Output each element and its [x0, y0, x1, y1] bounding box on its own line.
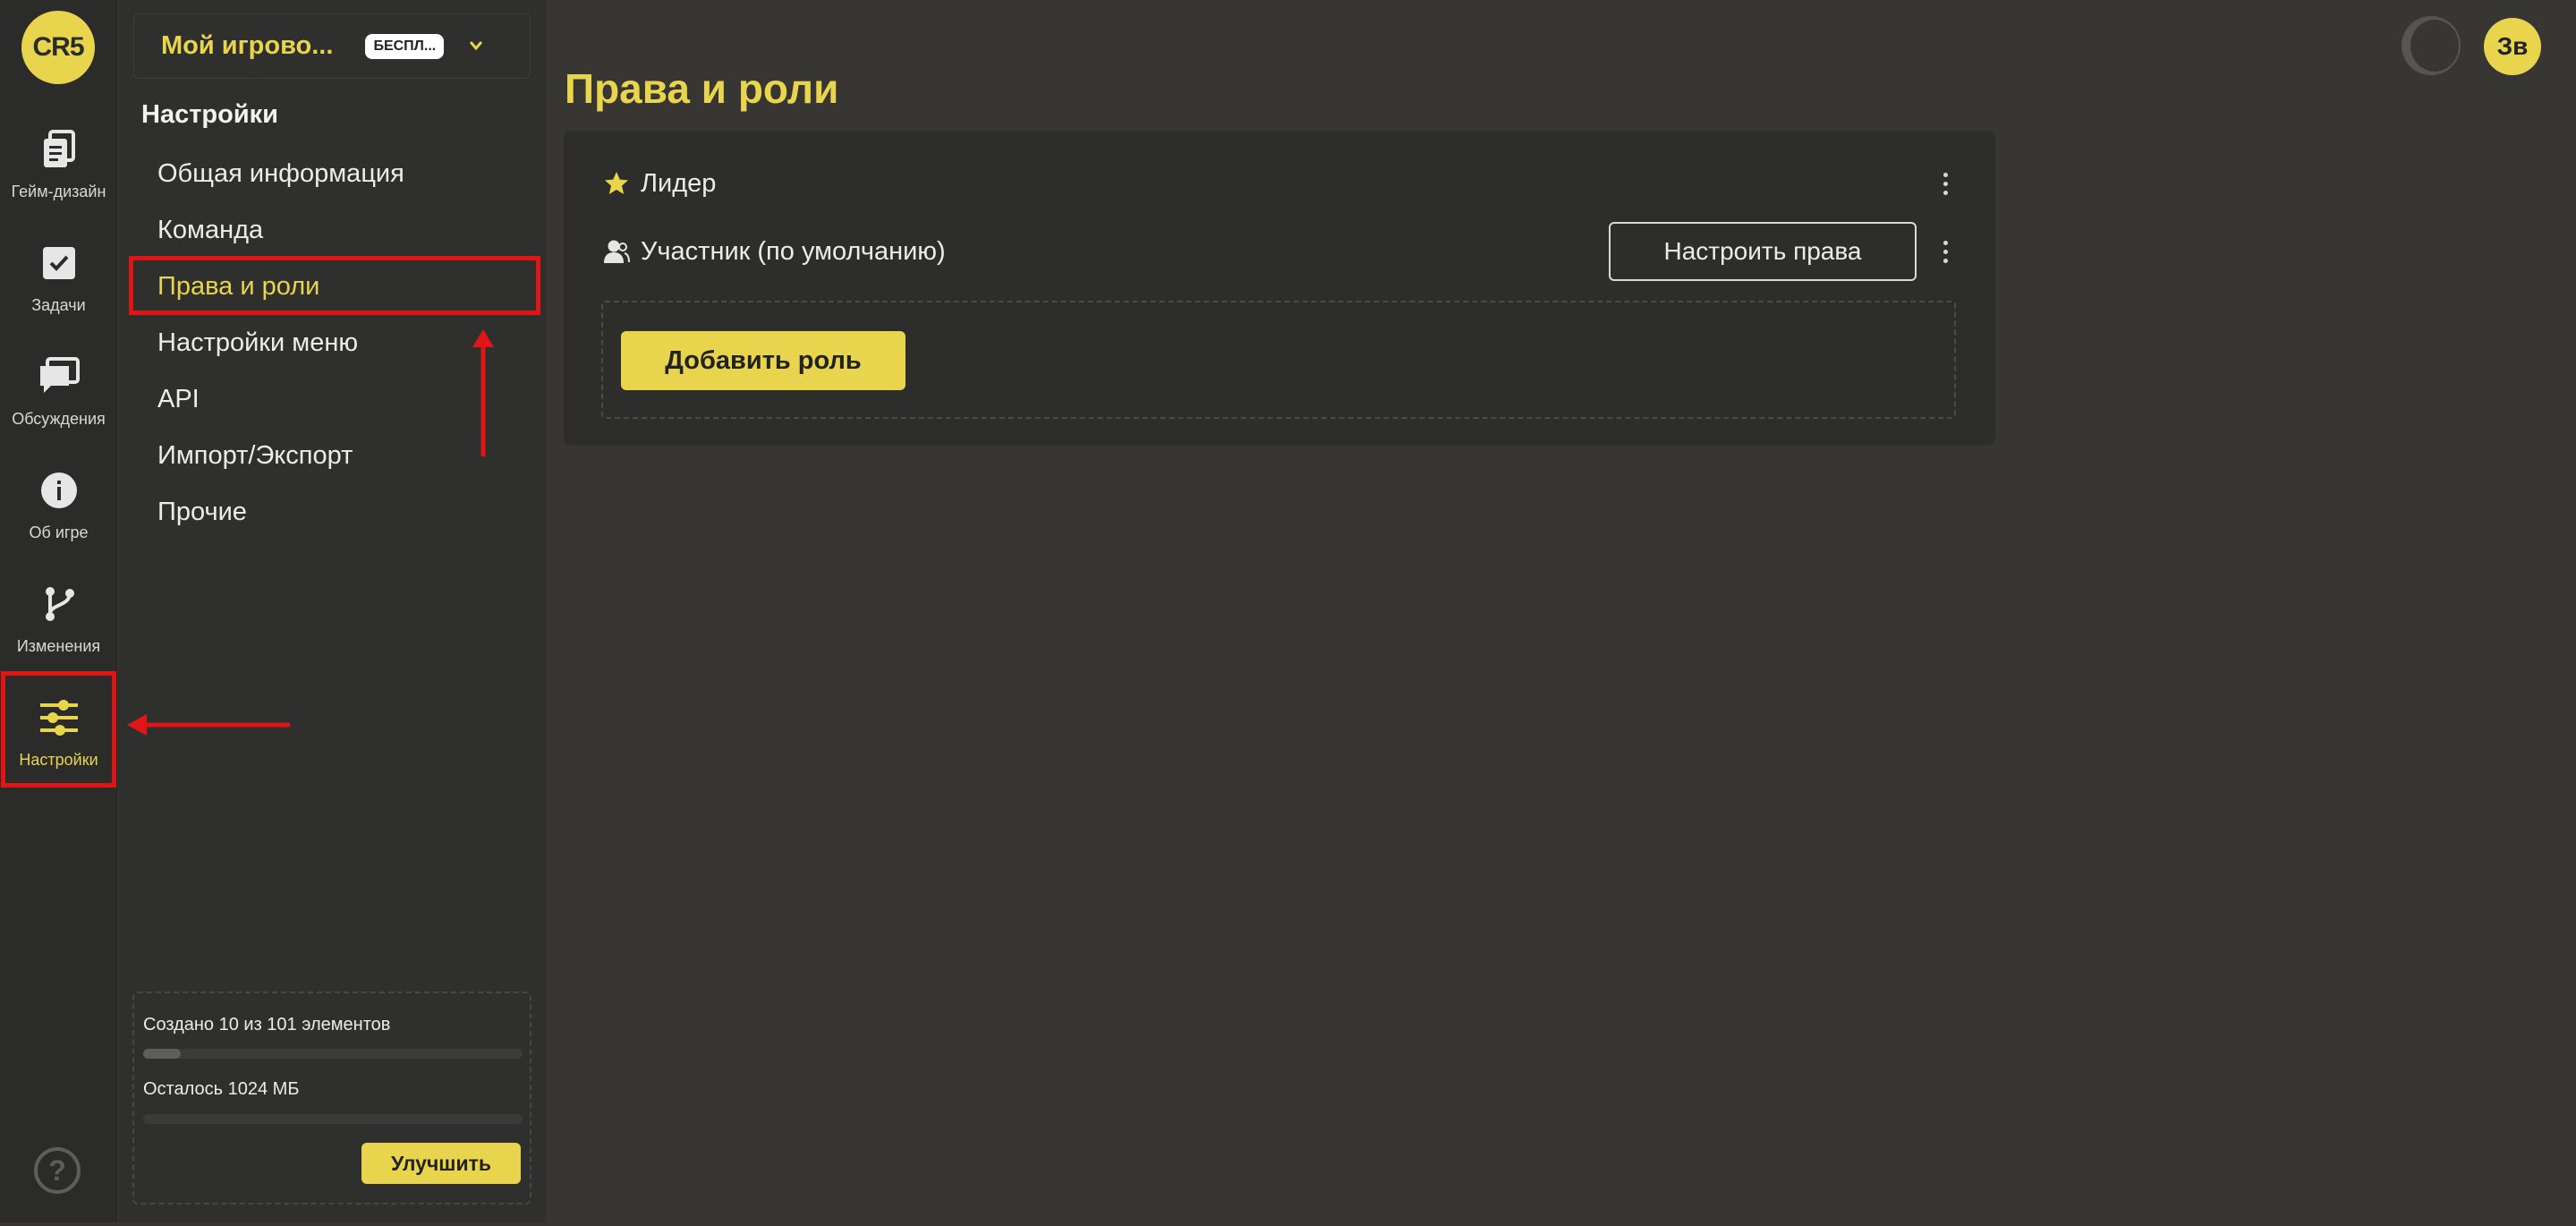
kebab-menu-icon[interactable] — [1934, 234, 1956, 269]
rail-item-discussions[interactable]: Обсуждения — [0, 340, 117, 451]
rail-item-label: Гейм-дизайн — [11, 183, 106, 200]
add-role-zone: Добавить роль — [601, 301, 1956, 419]
app-logo[interactable]: CR5 — [21, 11, 95, 84]
user-icon — [603, 238, 630, 265]
project-name: Мой игрово... — [161, 31, 334, 60]
rail-item-label: Задачи — [31, 296, 86, 314]
page-title: Права и роли — [565, 65, 839, 112]
icon-rail: CR5 Гейм-дизайн Задачи Обсуждения Об игр… — [0, 0, 117, 1222]
chat-icon — [37, 354, 81, 399]
rail-item-label: Изменения — [16, 637, 101, 655]
app-root: CR5 Гейм-дизайн Задачи Обсуждения Об игр… — [0, 0, 2576, 1226]
highlight-box-settings — [1, 671, 116, 788]
storage-progress-bar — [143, 1114, 523, 1124]
info-icon — [37, 468, 81, 513]
avatar[interactable]: Зв — [2484, 18, 2541, 75]
elements-progress-fill — [143, 1049, 181, 1059]
plan-badge: БЕСПЛ... — [365, 33, 445, 59]
branch-icon — [37, 582, 81, 626]
menu-item-import-export[interactable]: Импорт/Экспорт — [157, 433, 542, 478]
role-row-leader: Лидер — [603, 154, 1956, 213]
role-label: Лидер — [641, 168, 717, 198]
settings-sidebar: Мой игрово... БЕСПЛ... Настройки Общая и… — [118, 0, 546, 1222]
moon-icon[interactable] — [2402, 16, 2461, 75]
rail-item-changes[interactable]: Изменения — [0, 567, 117, 678]
menu-item-general-info[interactable]: Общая информация — [157, 151, 542, 196]
rail-item-label: Об игре — [29, 524, 89, 541]
storage-quota-text: Осталось 1024 МБ — [143, 1079, 300, 1099]
star-icon — [603, 170, 630, 197]
menu-item-other[interactable]: Прочие — [157, 490, 542, 534]
rail-item-tasks[interactable]: Задачи — [0, 226, 117, 337]
checkbox-icon — [37, 241, 81, 285]
quota-panel: Создано 10 из 101 элементов Осталось 102… — [132, 992, 531, 1205]
configure-rights-button[interactable]: Настроить права — [1609, 222, 1917, 281]
rail-item-about-game[interactable]: Об игре — [0, 454, 117, 565]
elements-quota-text: Создано 10 из 101 элементов — [143, 1015, 391, 1034]
menu-item-menu-settings[interactable]: Настройки меню — [157, 320, 542, 365]
rail-item-label: Обсуждения — [12, 410, 106, 428]
roles-card: Лидер Участник (по умолчанию) Настроить … — [564, 131, 1995, 446]
role-label: Участник (по умолчанию) — [641, 236, 946, 266]
sidebar-title: Настройки — [141, 100, 279, 129]
menu-item-team[interactable]: Команда — [157, 208, 542, 252]
upgrade-button[interactable]: Улучшить — [361, 1143, 521, 1184]
add-role-button[interactable]: Добавить роль — [621, 331, 905, 390]
rail-item-game-design[interactable]: Гейм-дизайн — [0, 113, 117, 224]
role-row-member: Участник (по умолчанию) Настроить права — [603, 222, 1956, 281]
chevron-down-icon — [469, 36, 483, 56]
highlight-box-rights-roles — [129, 256, 540, 315]
kebab-menu-icon[interactable] — [1934, 166, 1956, 201]
menu-item-api[interactable]: API — [157, 377, 542, 421]
elements-progress-bar — [143, 1049, 523, 1059]
document-icon — [37, 127, 81, 172]
project-selector[interactable]: Мой игрово... БЕСПЛ... — [133, 13, 531, 79]
help-icon[interactable]: ? — [34, 1147, 81, 1194]
